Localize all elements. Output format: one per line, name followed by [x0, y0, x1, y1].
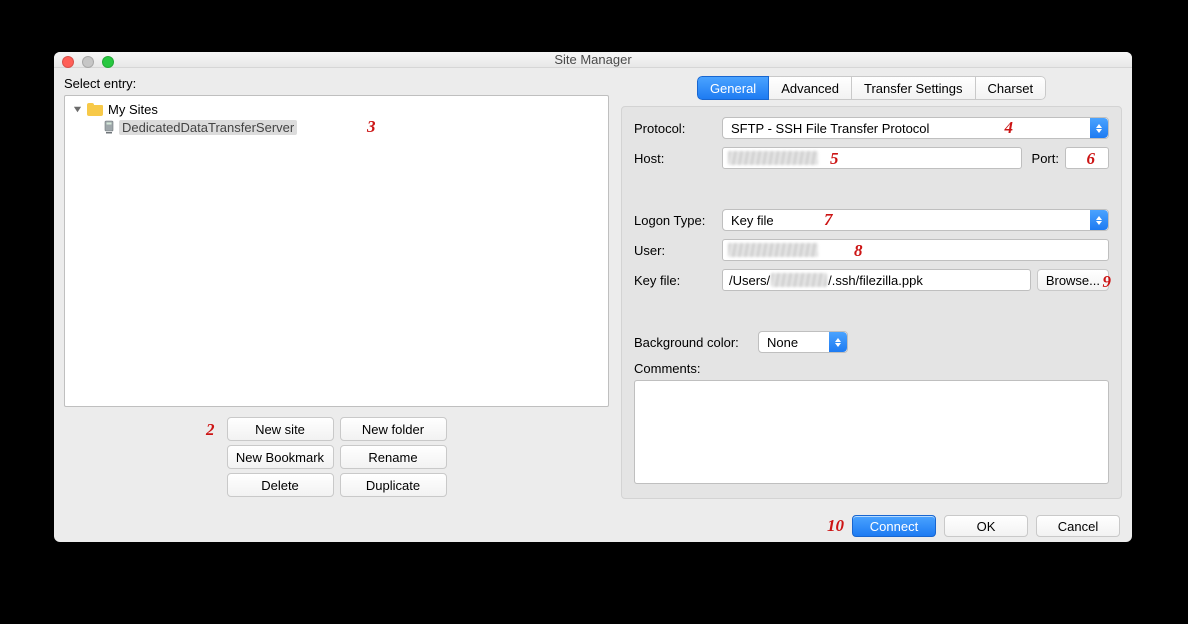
site-tree[interactable]: My Sites DedicatedDataTransferServer 3 [64, 95, 609, 407]
dialog-buttons: 10 Connect OK Cancel [54, 507, 1132, 542]
folder-icon [87, 103, 103, 116]
annotation-3: 3 [367, 117, 376, 137]
dropdown-arrows-icon [1090, 210, 1108, 230]
port-label: Port: [1032, 151, 1059, 166]
browse-button[interactable]: Browse... [1037, 269, 1109, 291]
general-panel: Protocol: SFTP - SSH File Transfer Proto… [621, 106, 1122, 499]
duplicate-button[interactable]: Duplicate [340, 473, 447, 497]
tree-site-item[interactable]: DedicatedDataTransferServer 3 [71, 118, 602, 136]
maximize-window-button[interactable] [102, 56, 114, 68]
new-site-button[interactable]: New site [227, 417, 334, 441]
background-color-dropdown[interactable]: None [758, 331, 848, 353]
disclosure-triangle-icon[interactable] [71, 103, 83, 115]
tree-site-label: DedicatedDataTransferServer [119, 120, 297, 135]
traffic-lights [62, 56, 114, 68]
connect-button[interactable]: Connect [852, 515, 936, 537]
ok-button[interactable]: OK [944, 515, 1028, 537]
cancel-button[interactable]: Cancel [1036, 515, 1120, 537]
tab-transfer[interactable]: Transfer Settings [852, 76, 976, 100]
site-buttons-grid: 2 New site New folder New Bookmark Renam… [64, 417, 609, 497]
keyfile-path-suffix: /.ssh/filezilla.ppk [828, 273, 923, 288]
port-input[interactable] [1065, 147, 1109, 169]
keyfile-label: Key file: [634, 273, 716, 288]
rename-button[interactable]: Rename [340, 445, 447, 469]
left-pane: Select entry: My Sites [64, 76, 609, 499]
logon-type-dropdown[interactable]: Key file [722, 209, 1109, 231]
window-title: Site Manager [554, 52, 631, 67]
close-window-button[interactable] [62, 56, 74, 68]
keyfile-input[interactable]: /Users/ /.ssh/filezilla.ppk [722, 269, 1031, 291]
comments-label: Comments: [634, 361, 700, 376]
protocol-value: SFTP - SSH File Transfer Protocol [731, 121, 929, 136]
new-bookmark-button[interactable]: New Bookmark [227, 445, 334, 469]
tree-root-mysites[interactable]: My Sites [71, 100, 602, 118]
right-pane: General Advanced Transfer Settings Chars… [621, 76, 1122, 499]
annotation-2: 2 [206, 420, 215, 440]
logon-type-value: Key file [731, 213, 774, 228]
logon-type-label: Logon Type: [634, 213, 716, 228]
select-entry-label: Select entry: [64, 76, 609, 91]
keyfile-path-prefix: /Users/ [729, 273, 770, 288]
tree-root-label: My Sites [108, 102, 158, 117]
background-color-value: None [767, 335, 798, 350]
protocol-label: Protocol: [634, 121, 716, 136]
annotation-10: 10 [827, 516, 844, 536]
host-label: Host: [634, 151, 716, 166]
protocol-dropdown[interactable]: SFTP - SSH File Transfer Protocol [722, 117, 1109, 139]
tab-general[interactable]: General [697, 76, 769, 100]
background-color-label: Background color: [634, 335, 752, 350]
minimize-window-button[interactable] [82, 56, 94, 68]
comments-textarea[interactable] [634, 380, 1109, 484]
tab-advanced[interactable]: Advanced [769, 76, 852, 100]
tab-charset[interactable]: Charset [976, 76, 1047, 100]
delete-button[interactable]: Delete [227, 473, 334, 497]
tab-bar: General Advanced Transfer Settings Chars… [621, 76, 1122, 100]
user-label: User: [634, 243, 716, 258]
new-folder-button[interactable]: New folder [340, 417, 447, 441]
titlebar: Site Manager [54, 52, 1132, 68]
site-manager-window: Site Manager Select entry: My Sites [54, 52, 1132, 542]
dropdown-arrows-icon [829, 332, 847, 352]
dropdown-arrows-icon [1090, 118, 1108, 138]
server-icon [103, 120, 115, 134]
